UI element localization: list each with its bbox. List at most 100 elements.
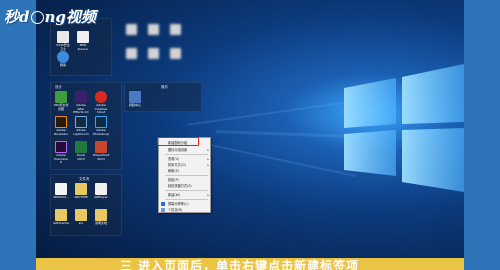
subtitle-text: 三 进入页面后，单击右键点击新建标签项	[120, 259, 360, 270]
menu-item-label: 刷新(E)	[168, 169, 179, 173]
app-icon	[95, 116, 107, 128]
watermark-logo: 秒d ng视频	[4, 6, 96, 27]
app-icon	[55, 141, 67, 153]
folder-icon	[95, 183, 107, 195]
blurred-icon	[126, 24, 137, 35]
desktop-icon[interactable]: 2345安全卫士	[55, 31, 71, 51]
desktop-icon[interactable]: 网易	[55, 51, 71, 68]
icon-label: 3DMAXX...	[53, 195, 69, 199]
blurred-icon	[126, 48, 137, 59]
app-icon	[95, 141, 107, 153]
chevron-right-icon: ▸	[207, 148, 209, 152]
desktop-icon-video-center[interactable]: 视频中心	[127, 91, 143, 108]
desktop-icon-folder[interactable]: 3DMAXX...	[53, 183, 69, 200]
icon-label: PowerPoint 2013	[93, 153, 110, 161]
app-icon	[129, 91, 141, 103]
menu-item-label: 排序方式(O)	[168, 163, 186, 167]
icon-label: Adobe Lightroom	[73, 128, 89, 136]
app-icon	[75, 141, 87, 153]
menu-item-label: 粘贴(P)	[168, 178, 179, 182]
menu-item-label: 粘贴快捷方式(S)	[168, 184, 192, 188]
desktop-icon-folder[interactable]: GifPlayer	[93, 183, 109, 200]
display-icon	[161, 202, 165, 206]
icon-label: MPD Runner	[77, 43, 89, 51]
app-icon	[55, 91, 67, 103]
icon-label: Adobe Creative Cloud	[94, 103, 108, 115]
desktop-group-design[interactable]: 设计 360安全浏览器 Adobe After Effects CC Adobe…	[50, 82, 122, 170]
menu-item-paste-shortcut[interactable]: 粘贴快捷方式(S)	[159, 183, 212, 189]
desktop-icon[interactable]: MPD Runner	[75, 31, 91, 51]
icon-label: GifPlayer	[94, 195, 108, 199]
desktop-icon-powerpoint[interactable]: PowerPoint 2013	[93, 141, 110, 161]
menu-item-refresh[interactable]: 刷新(E)	[159, 168, 212, 174]
folder-icon	[75, 209, 87, 221]
menu-item-label: 新建(W)	[168, 193, 181, 197]
app-icon	[57, 51, 69, 63]
menu-divider	[165, 190, 208, 191]
icon-label: svr	[78, 221, 84, 225]
icon-label: GPUCache	[53, 221, 69, 225]
desktop-group-media[interactable]: 娱乐 视频中心	[124, 82, 202, 112]
blurred-icon	[148, 48, 159, 59]
menu-item-label: 图标分组设置	[168, 148, 188, 152]
menu-divider	[165, 199, 208, 200]
icon-label: 视频中心	[128, 103, 141, 107]
highlight-box	[157, 137, 199, 146]
app-icon	[95, 91, 107, 103]
icon-label: Adobe After Effects CC	[73, 103, 89, 115]
folder-icon	[55, 209, 67, 221]
context-menu: 新建图标分组 图标分组设置 ▸ 查看(V) ▸ 排序方式(O) ▸ 刷新(E) 粘贴(…	[158, 137, 211, 213]
folder-icon	[95, 209, 107, 221]
desktop-icon-photoshop[interactable]: Adobe Photoshop	[93, 116, 109, 136]
menu-item-label: 查看(V)	[168, 157, 180, 161]
menu-item-label: 个性化(R)	[168, 208, 183, 212]
icon-label: 说明文档	[94, 221, 107, 225]
desktop-icon-creative-cloud[interactable]: Adobe Creative Cloud	[93, 91, 109, 115]
desktop-icon-folder[interactable]: svr	[73, 209, 89, 226]
desktop-icon-folder[interactable]: 说明文档	[93, 209, 109, 226]
windows-logo	[344, 64, 464, 192]
app-icon	[75, 116, 87, 128]
desktop-icon-after-effects[interactable]: Adobe After Effects CC	[73, 91, 89, 115]
desktop-icon-illustrator[interactable]: Adobe Illustrator	[53, 116, 69, 136]
desktop-group-folders[interactable]: 文件夹 3DMAXX... ARCTIME GifPlayer GPUCache…	[50, 174, 122, 236]
group-title: 文件夹	[79, 177, 90, 181]
folder-icon	[55, 183, 67, 195]
windows-desktop[interactable]: 2345安全卫士 MPD Runner 网易 设计 360安全浏览器 Adobe…	[36, 0, 464, 270]
desktop-icon-excel[interactable]: Excel 2013	[73, 141, 89, 161]
folder-icon	[75, 183, 87, 195]
desktop-icon-lightroom[interactable]: Adobe Lightroom	[73, 116, 89, 136]
blurred-icon	[170, 48, 181, 59]
menu-item-group-settings[interactable]: 图标分组设置 ▸	[159, 147, 212, 153]
app-icon	[55, 116, 67, 128]
app-icon	[75, 91, 87, 103]
blurred-icon	[148, 24, 159, 35]
chevron-right-icon: ▸	[207, 193, 209, 197]
light-ray	[209, 143, 357, 177]
menu-divider	[165, 175, 208, 176]
watermark-text: ng视频	[44, 8, 96, 26]
icon-label: 网易	[59, 63, 66, 67]
subtitle-bar: 三 进入页面后，单击右键点击新建标签项	[36, 258, 464, 270]
icon-label: ARCTIME	[74, 195, 88, 199]
menu-item-label: 屏幕分辨率(C)	[168, 202, 189, 206]
watermark-text: d	[19, 8, 30, 26]
icon-label: Adobe Premiere P	[54, 153, 68, 165]
personalize-icon	[161, 208, 165, 212]
app-icon	[77, 31, 89, 43]
group-title: 娱乐	[161, 85, 168, 89]
light-ray	[187, 100, 357, 126]
desktop-icon-360[interactable]: 360安全浏览器	[53, 91, 69, 111]
desktop-icon-folder[interactable]: ARCTIME	[73, 183, 89, 200]
app-icon	[57, 31, 69, 43]
icon-label: Adobe Photoshop	[93, 128, 109, 136]
menu-item-new[interactable]: 新建(W) ▸	[159, 192, 212, 198]
blurred-icon	[170, 24, 181, 35]
watermark-text: 秒	[4, 8, 20, 26]
desktop-icon-premiere[interactable]: Adobe Premiere P	[53, 141, 69, 165]
watermark-circle-icon	[30, 10, 44, 24]
icon-label: 360安全浏览器	[53, 103, 69, 111]
desktop-icon-folder[interactable]: GPUCache	[53, 209, 69, 226]
menu-item-personalize[interactable]: 个性化(R)	[159, 207, 212, 213]
menu-divider	[165, 154, 208, 155]
